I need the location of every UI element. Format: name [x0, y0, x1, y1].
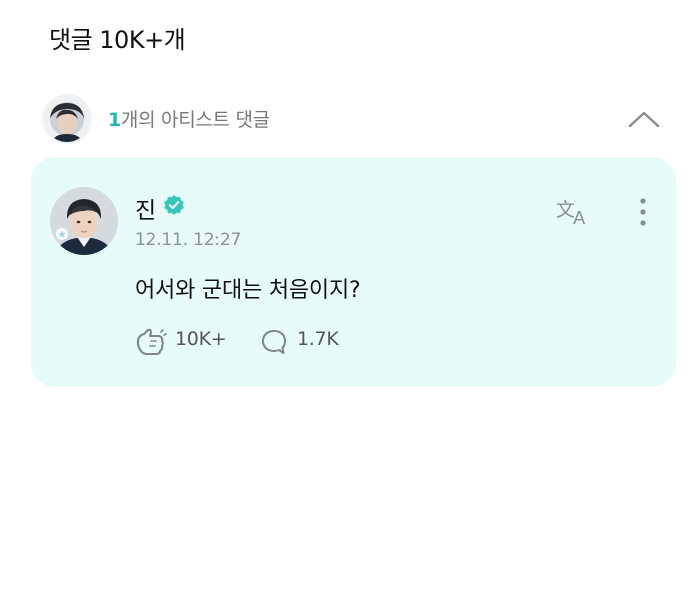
speech-bubble-icon — [262, 330, 286, 354]
translate-icon[interactable]: 文 A — [554, 194, 596, 230]
verified-badge-icon — [163, 194, 185, 216]
reply-count: 1.7K — [297, 328, 339, 350]
more-vertical-icon[interactable] — [631, 195, 655, 229]
artist-mini-avatar-image — [44, 96, 90, 142]
avatar-image — [50, 187, 118, 255]
like-hand-icon — [136, 328, 167, 355]
comment-author: 진 — [135, 198, 157, 224]
artist-comment-label: 1개의 아티스트 댓글 — [108, 105, 270, 132]
page-title: 댓글 10K+개 — [49, 26, 186, 54]
artist-comment-count: 1 — [108, 109, 121, 131]
like-count: 10K+ — [175, 328, 227, 350]
artist-mini-avatar — [44, 96, 90, 142]
artist-comment-text: 개의 아티스트 댓글 — [120, 109, 270, 131]
svg-text:A: A — [573, 208, 586, 229]
comment-body: 어서와 군대는 처음이지? — [135, 278, 361, 303]
artist-comments-toggle[interactable]: 1개의 아티스트 댓글 — [44, 96, 664, 142]
artist-comment-card: 진 12.11. 12:27 文 A 어서와 군대는 처음이지? 10K+ 1.… — [31, 157, 676, 387]
comment-timestamp: 12.11. 12:27 — [135, 230, 242, 250]
avatar[interactable] — [50, 187, 118, 255]
chevron-up-icon[interactable] — [624, 104, 664, 134]
